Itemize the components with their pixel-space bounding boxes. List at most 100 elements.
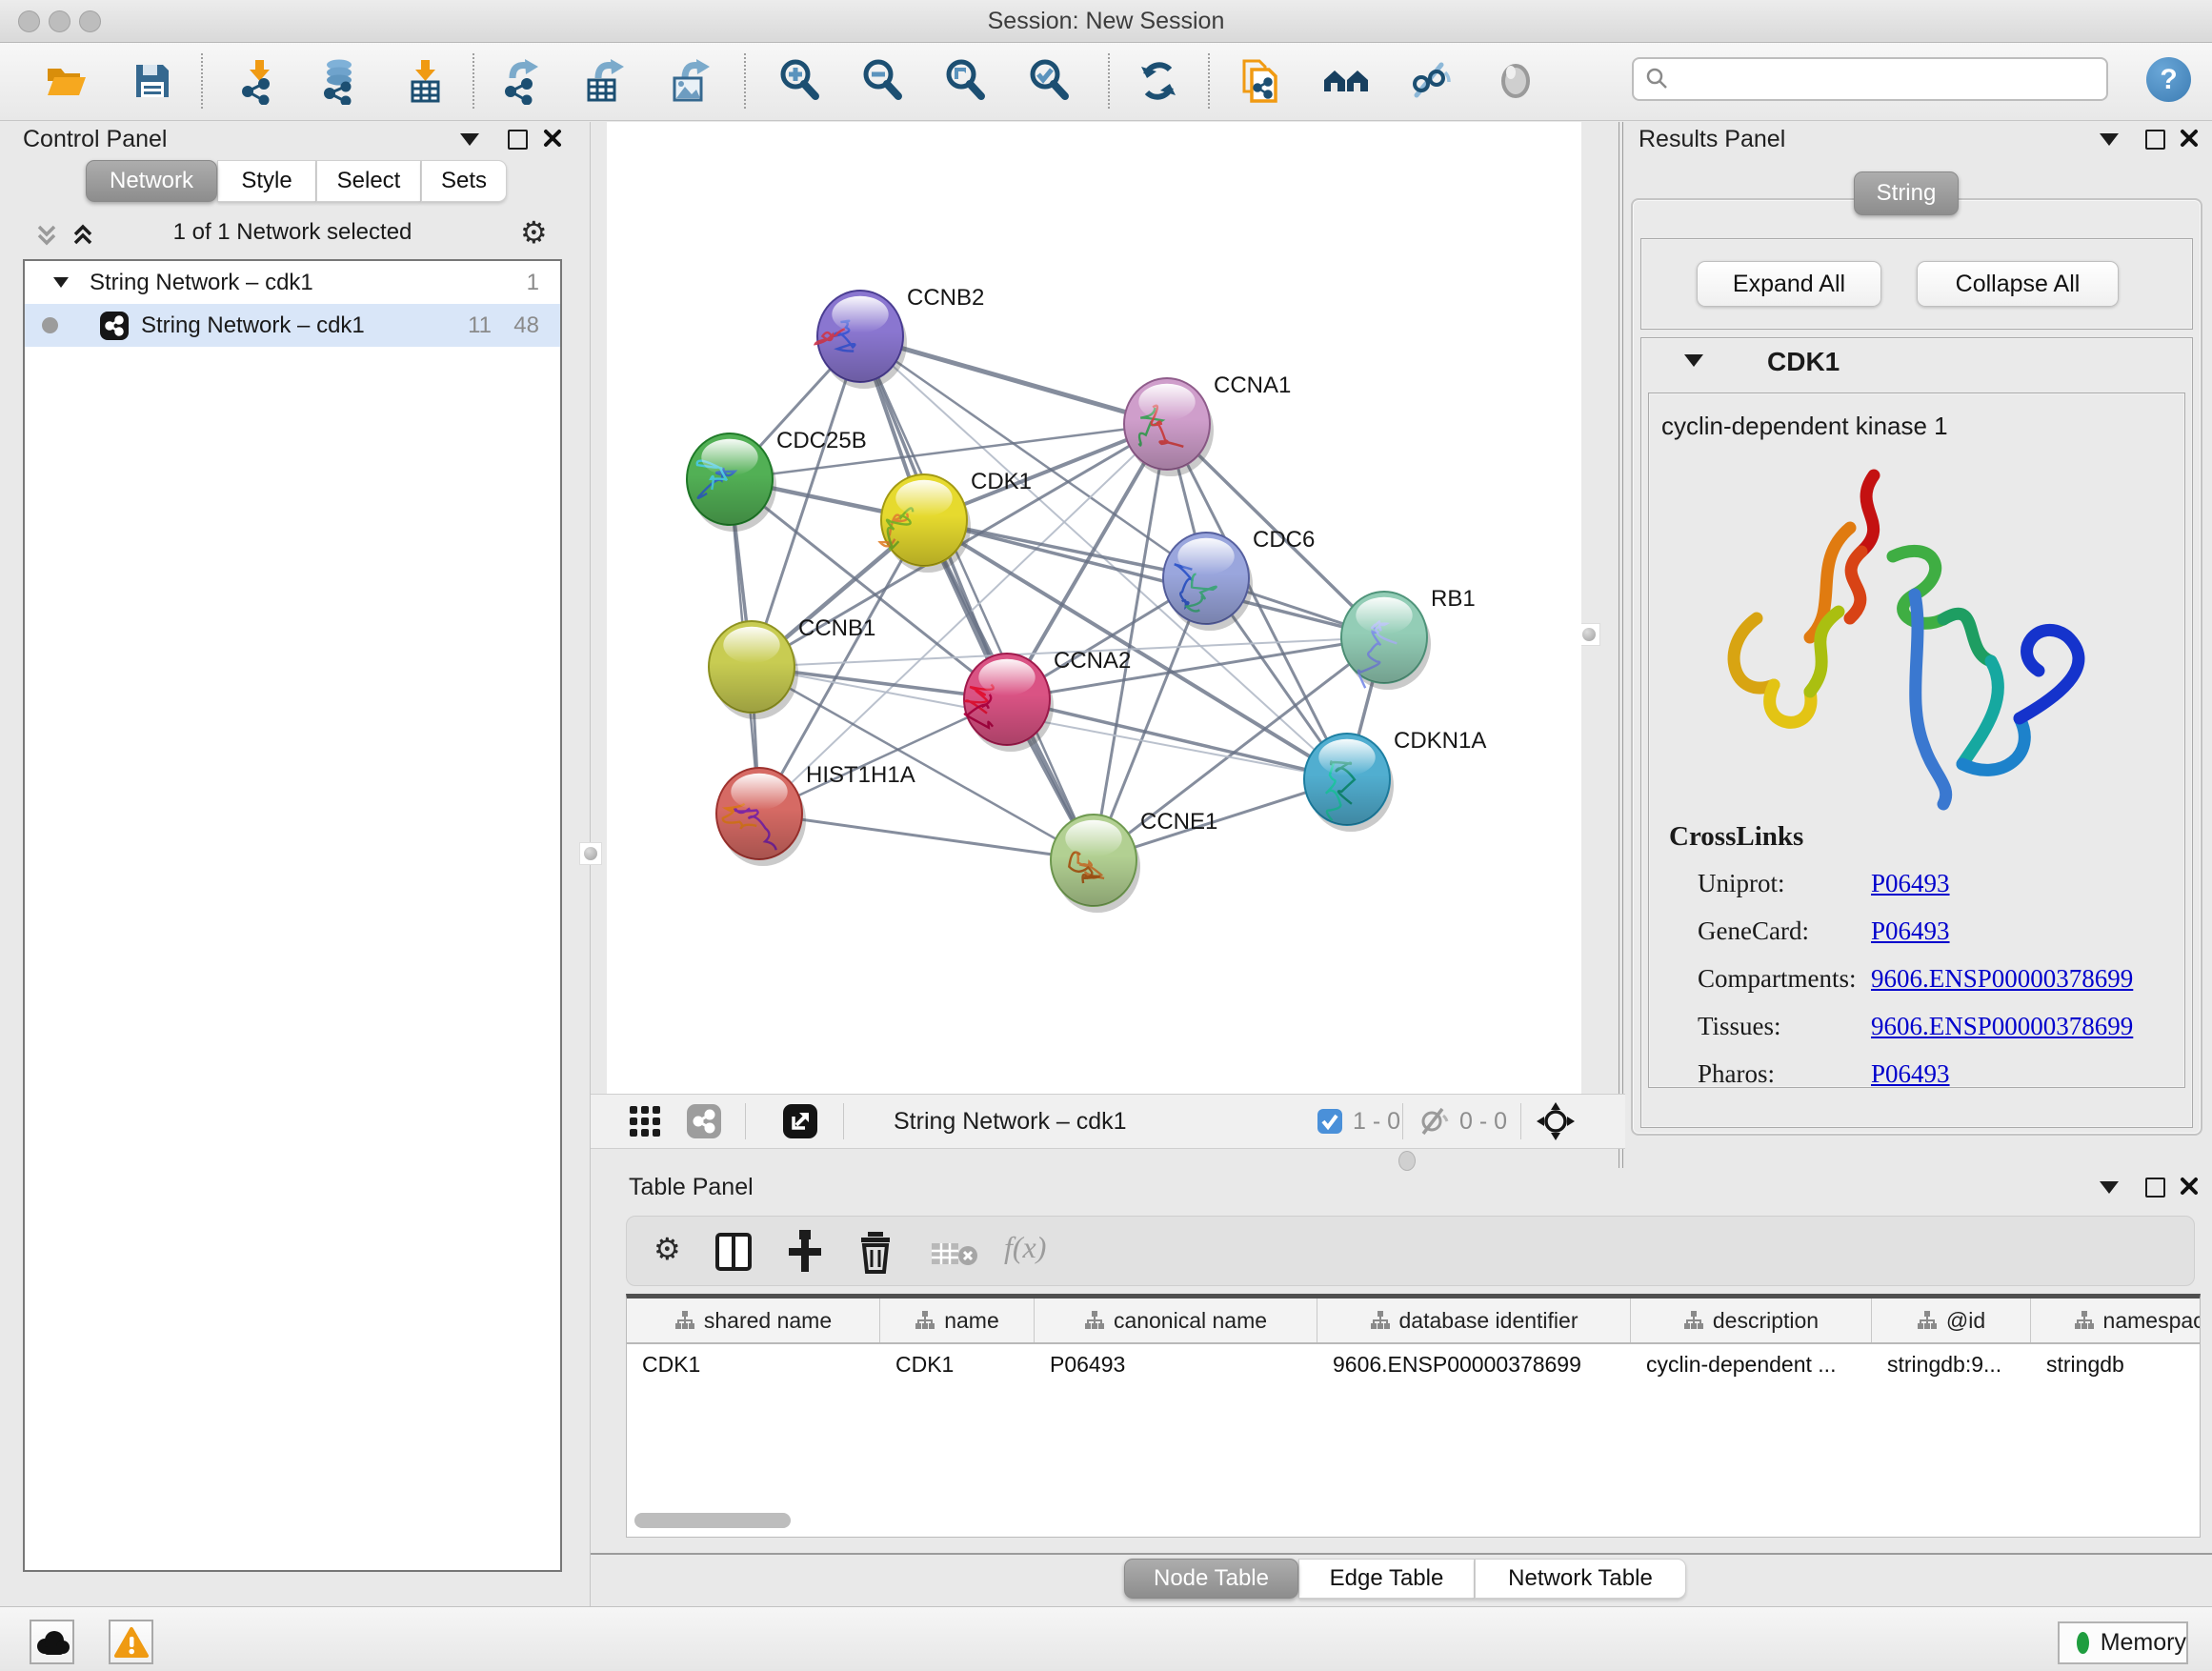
tab-network-table[interactable]: Network Table	[1475, 1559, 1686, 1599]
results-panel-menu-icon[interactable]	[2100, 133, 2119, 146]
column-header--id[interactable]: @id	[1872, 1299, 2031, 1342]
control-panel-menu-icon[interactable]	[460, 133, 479, 146]
tab-select[interactable]: Select	[316, 160, 421, 202]
table-cell[interactable]: P06493	[1035, 1344, 1317, 1384]
string-home-icon[interactable]	[1322, 57, 1370, 105]
zoom-out-icon[interactable]	[859, 57, 907, 105]
left-splitter-handle[interactable]	[579, 842, 602, 865]
table-panel-menu-icon[interactable]	[2100, 1181, 2119, 1194]
function-builder-icon[interactable]: f(x)	[1004, 1230, 1046, 1265]
crosslink-value-link[interactable]: P06493	[1871, 916, 1950, 946]
table-cell[interactable]: 9606.ENSP00000378699	[1317, 1344, 1631, 1384]
grid-view-icon[interactable]	[629, 1105, 661, 1137]
network-node-cdc6[interactable]	[1163, 533, 1253, 631]
network-canvas[interactable]: CCNB2CCNA1CDC25BCDK1CDC6RB1CCNB1CCNA2CDK…	[607, 122, 1581, 1094]
horizontal-splitter-handle[interactable]	[1398, 1151, 1416, 1171]
table-cell[interactable]: cyclin-dependent ...	[1631, 1344, 1872, 1384]
share-document-icon[interactable]	[1238, 57, 1286, 105]
column-header-canonical-name[interactable]: canonical name	[1035, 1299, 1317, 1342]
results-panel-close-icon[interactable]	[2180, 129, 2199, 148]
node-label-ccne1: CCNE1	[1140, 809, 1217, 835]
column-type-icon	[2074, 1310, 2095, 1331]
cloud-button[interactable]	[30, 1620, 74, 1664]
hide-visual-properties-icon[interactable]	[1407, 57, 1455, 105]
show-visual-properties-icon[interactable]	[1492, 57, 1539, 105]
refresh-icon[interactable]	[1136, 57, 1183, 105]
node-label-ccna1: CCNA1	[1214, 372, 1291, 398]
save-session-icon[interactable]	[129, 57, 176, 105]
network-node-cdc25b[interactable]	[687, 433, 776, 532]
crosslink-value-link[interactable]: 9606.ENSP00000378699	[1871, 1012, 2133, 1041]
table-cell[interactable]: stringdb:9...	[1872, 1344, 2031, 1384]
table-horizontal-scrollbar[interactable]	[634, 1513, 791, 1528]
node-table: shared namenamecanonical namedatabase id…	[626, 1294, 2201, 1538]
string-view-icon[interactable]	[686, 1103, 722, 1139]
table-options-gear-icon[interactable]: ⚙	[654, 1234, 681, 1264]
collapse-all-button[interactable]: Collapse All	[1917, 261, 2119, 307]
column-header-database-identifier[interactable]: database identifier	[1317, 1299, 1631, 1342]
tab-node-table[interactable]: Node Table	[1124, 1559, 1298, 1599]
results-panel-float-icon[interactable]	[2145, 130, 2165, 150]
gene-section-collapse-icon[interactable]	[1684, 354, 1703, 367]
zoom-in-icon[interactable]	[776, 57, 824, 105]
birds-eye-view-icon[interactable]	[1536, 1101, 1576, 1141]
delete-table-icon[interactable]	[930, 1239, 979, 1268]
zoom-selected-icon[interactable]	[1026, 57, 1074, 105]
zoom-fit-icon[interactable]	[942, 57, 990, 105]
table-row[interactable]: CDK1CDK1P064939606.ENSP00000378699cyclin…	[627, 1344, 2200, 1384]
table-cell[interactable]: CDK1	[880, 1344, 1035, 1384]
network-node-rb1[interactable]	[1341, 592, 1431, 690]
column-header-name[interactable]: name	[880, 1299, 1035, 1342]
open-session-icon[interactable]	[43, 57, 90, 105]
network-node-cdkn1a[interactable]	[1304, 734, 1394, 832]
network-edge[interactable]	[924, 520, 1384, 637]
network-edge[interactable]	[1007, 699, 1347, 779]
network-node-ccna2[interactable]	[964, 654, 1054, 752]
network-edge[interactable]	[759, 814, 1094, 860]
network-graph[interactable]: CCNB2CCNA1CDC25BCDK1CDC6RB1CCNB1CCNA2CDK…	[607, 122, 1581, 1094]
crosslink-value-link[interactable]: P06493	[1871, 869, 1950, 898]
network-node-ccna1[interactable]	[1124, 378, 1214, 476]
control-panel-float-icon[interactable]	[508, 130, 528, 150]
control-panel-close-icon[interactable]	[543, 129, 562, 148]
network-node-cdk1[interactable]	[880, 474, 971, 573]
create-column-icon[interactable]	[785, 1230, 825, 1274]
memory-button[interactable]: Memory	[2058, 1621, 2188, 1664]
tab-string-results[interactable]: String	[1854, 171, 1959, 215]
import-network-icon[interactable]	[236, 57, 284, 105]
export-image-icon[interactable]	[668, 57, 715, 105]
column-header-description[interactable]: description	[1631, 1299, 1872, 1342]
network-row[interactable]: String Network – cdk1 11 48	[25, 304, 560, 347]
tab-style[interactable]: Style	[217, 160, 316, 202]
export-network-icon[interactable]	[499, 57, 547, 105]
network-options-gear-icon[interactable]: ⚙	[520, 217, 548, 248]
column-header-namespace[interactable]: namespace	[2031, 1299, 2201, 1342]
table-panel-close-icon[interactable]	[2180, 1177, 2199, 1196]
import-network-from-database-icon[interactable]	[316, 57, 364, 105]
tab-sets[interactable]: Sets	[421, 160, 507, 202]
table-cell[interactable]: stringdb	[2031, 1344, 2201, 1384]
delete-column-icon[interactable]	[857, 1230, 894, 1274]
tab-edge-table[interactable]: Edge Table	[1298, 1559, 1475, 1599]
control-panel-title: Control Panel	[23, 126, 167, 153]
tab-network[interactable]: Network	[86, 160, 217, 202]
crosslink-row: Tissues:9606.ENSP00000378699	[1698, 1012, 2174, 1041]
column-header-shared-name[interactable]: shared name	[627, 1299, 880, 1342]
network-collection-row[interactable]: String Network – cdk1 1	[25, 261, 560, 304]
crosslink-value-link[interactable]: 9606.ENSP00000378699	[1871, 964, 2133, 994]
crosslink-value-link[interactable]: P06493	[1871, 1059, 1950, 1089]
expand-all-button[interactable]: Expand All	[1697, 261, 1881, 307]
table-cell[interactable]: CDK1	[627, 1344, 880, 1384]
detach-view-icon[interactable]	[782, 1103, 818, 1139]
help-button[interactable]: ?	[2146, 57, 2191, 102]
network-node-ccne1[interactable]	[1051, 815, 1140, 913]
search-input[interactable]	[1670, 65, 2106, 93]
network-node-ccnb2[interactable]	[815, 291, 907, 389]
show-columns-icon[interactable]	[714, 1232, 753, 1272]
warning-icon	[113, 1626, 150, 1659]
warnings-button[interactable]	[109, 1620, 153, 1664]
table-panel-float-icon[interactable]	[2145, 1178, 2165, 1198]
import-table-icon[interactable]	[402, 57, 450, 105]
collection-expand-icon[interactable]	[53, 277, 69, 288]
export-table-icon[interactable]	[583, 57, 631, 105]
